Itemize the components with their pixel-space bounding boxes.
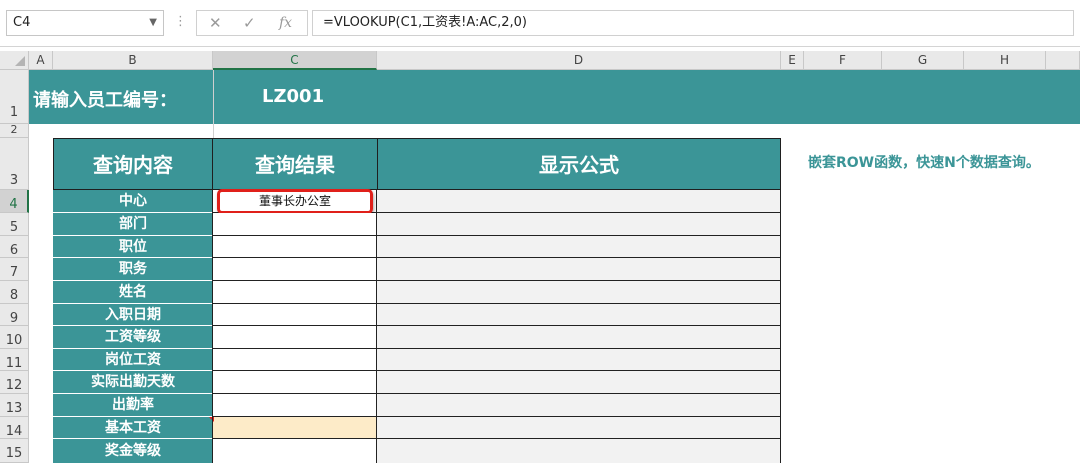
more-icon: ⋮ [174,14,187,29]
row-header-3[interactable]: 3 [0,138,29,190]
column-header-b[interactable]: B [53,51,213,70]
item-label-salary-grade: 工资等级 [53,326,213,349]
row-header-9[interactable]: 9 [0,304,29,326]
name-box[interactable]: C4 ▼ [6,10,164,36]
row-header-12[interactable]: 12 [0,371,29,394]
row-header-2[interactable]: 2 [0,124,29,138]
cell-c5[interactable] [213,213,377,236]
column-header-g[interactable]: G [882,51,964,70]
insert-function-icon[interactable]: fx [279,15,292,31]
formula-text: =VLOOKUP(C1,工资表!A:AC,2,0) [323,15,527,30]
cell-d6[interactable] [377,236,781,258]
name-box-value: C4 [13,15,31,30]
item-label-hire-date: 入职日期 [53,304,213,326]
check-icon[interactable]: ✓ [243,14,256,32]
header-show-formula: 显示公式 [377,138,781,190]
cell-c14[interactable] [213,417,377,439]
column-header-i[interactable] [1046,51,1080,70]
item-label-name: 姓名 [53,281,213,304]
cell-c7[interactable] [213,258,377,281]
cell-d12[interactable] [377,371,781,394]
select-all-corner[interactable] [0,51,29,70]
cell-d15[interactable] [377,439,781,463]
cell-d4[interactable] [377,190,781,213]
banner-row [29,70,1080,124]
cell-d11[interactable] [377,349,781,371]
row-header-4[interactable]: 4 [0,190,29,213]
formula-input[interactable]: =VLOOKUP(C1,工资表!A:AC,2,0) [312,10,1074,36]
cell-d8[interactable] [377,281,781,304]
row-header-7[interactable]: 7 [0,258,29,281]
row-header-14[interactable]: 14 [0,417,29,439]
cell-c15[interactable] [213,439,377,463]
row-header-11[interactable]: 11 [0,349,29,371]
column-header-e[interactable]: E [781,51,804,70]
row-header-1[interactable]: 1 [0,70,29,124]
chevron-down-icon[interactable]: ▼ [149,11,157,35]
item-label-duty: 职务 [53,258,213,281]
item-label-center: 中心 [53,190,213,213]
column-header-a[interactable]: A [29,51,53,70]
row-header-6[interactable]: 6 [0,236,29,258]
item-label-bonus-grade: 奖金等级 [53,439,213,463]
tip-text: 嵌套ROW函数，快速N个数据查询。 [808,155,1040,171]
item-label-attendance-rate: 出勤率 [53,394,213,417]
formula-buttons: ✕ ✓ fx [196,10,308,36]
row-header-5[interactable]: 5 [0,213,29,236]
cell-c6[interactable] [213,236,377,258]
cell-c9[interactable] [213,304,377,326]
item-label-post-salary: 岗位工资 [53,349,213,371]
cell-d7[interactable] [377,258,781,281]
row-header-15[interactable]: 15 [0,439,29,463]
cell-d5[interactable] [377,213,781,236]
row-header-13[interactable]: 13 [0,394,29,417]
column-header-c[interactable]: C [213,51,377,70]
header-query-content: 查询内容 [53,138,213,190]
column-header-f[interactable]: F [804,51,882,70]
cell-c13[interactable] [213,394,377,417]
employee-id-input[interactable]: LZ001 [262,86,324,107]
item-label-dept: 部门 [53,213,213,236]
cell-c8[interactable] [213,281,377,304]
employee-id-prompt: 请输入员工编号： [33,90,177,111]
cell-d9[interactable] [377,304,781,326]
cell-c12[interactable] [213,371,377,394]
formula-bar: C4 ▼ ⋮ ✕ ✓ fx =VLOOKUP(C1,工资表!A:AC,2,0) [0,0,1080,47]
cell-d13[interactable] [377,394,781,417]
header-query-result: 查询结果 [213,138,377,190]
item-label-position: 职位 [53,236,213,258]
column-header-d[interactable]: D [377,51,781,70]
result-c4-highlight[interactable]: 董事长办公室 [217,189,373,214]
row-header-10[interactable]: 10 [0,326,29,349]
item-label-attendance-days: 实际出勤天数 [53,371,213,394]
row-header-8[interactable]: 8 [0,281,29,304]
cell-d14[interactable] [377,417,781,439]
column-header-h[interactable]: H [964,51,1046,70]
cancel-icon[interactable]: ✕ [209,14,222,32]
cell-c11[interactable] [213,349,377,371]
item-label-base-salary: 基本工资 [53,417,213,439]
table-left-border [212,190,213,463]
cell-c10[interactable] [213,326,377,349]
cell-d10[interactable] [377,326,781,349]
